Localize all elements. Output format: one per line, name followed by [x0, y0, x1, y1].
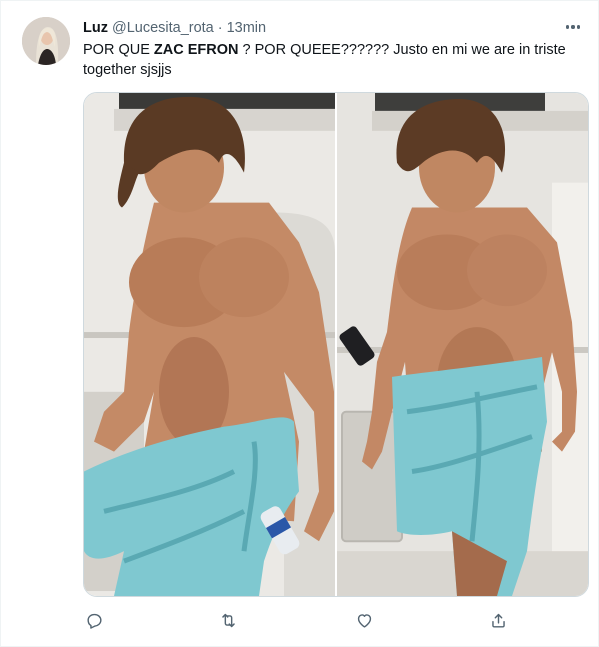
display-name[interactable]: Luz: [83, 20, 108, 36]
tweet-card[interactable]: Luz @Lucesita_rota · 13min POR QUE ZAC E…: [0, 0, 599, 647]
retweet-button[interactable]: [217, 609, 239, 631]
tweet-text-bold: ZAC EFRON: [153, 42, 239, 58]
tweet-text: POR QUE ZAC EFRON ? POR QUEEE?????? Just…: [83, 40, 583, 80]
photo-left[interactable]: [84, 93, 335, 596]
tweet-timestamp[interactable]: 13min: [227, 20, 267, 36]
tweet-actions: [83, 609, 513, 631]
reply-icon: [86, 613, 102, 629]
tweet-text-part1: POR QUE: [83, 42, 154, 58]
like-icon: [357, 613, 371, 628]
user-handle[interactable]: @Lucesita_rota: [112, 20, 214, 36]
photo-left-icon: [84, 93, 335, 596]
photo-right-icon: [337, 93, 588, 596]
reply-button[interactable]: [83, 609, 105, 631]
share-button[interactable]: [487, 609, 509, 631]
like-button[interactable]: [353, 609, 375, 631]
retweet-icon: [221, 613, 235, 627]
tweet-header: Luz @Lucesita_rota · 13min: [83, 18, 266, 38]
avatar-image: [22, 17, 70, 65]
separator-dot: ·: [217, 20, 223, 36]
more-options-icon[interactable]: [562, 18, 584, 36]
share-icon: [491, 613, 505, 628]
avatar[interactable]: [22, 17, 70, 65]
photo-right[interactable]: [337, 93, 588, 596]
tweet-media[interactable]: [83, 92, 589, 597]
